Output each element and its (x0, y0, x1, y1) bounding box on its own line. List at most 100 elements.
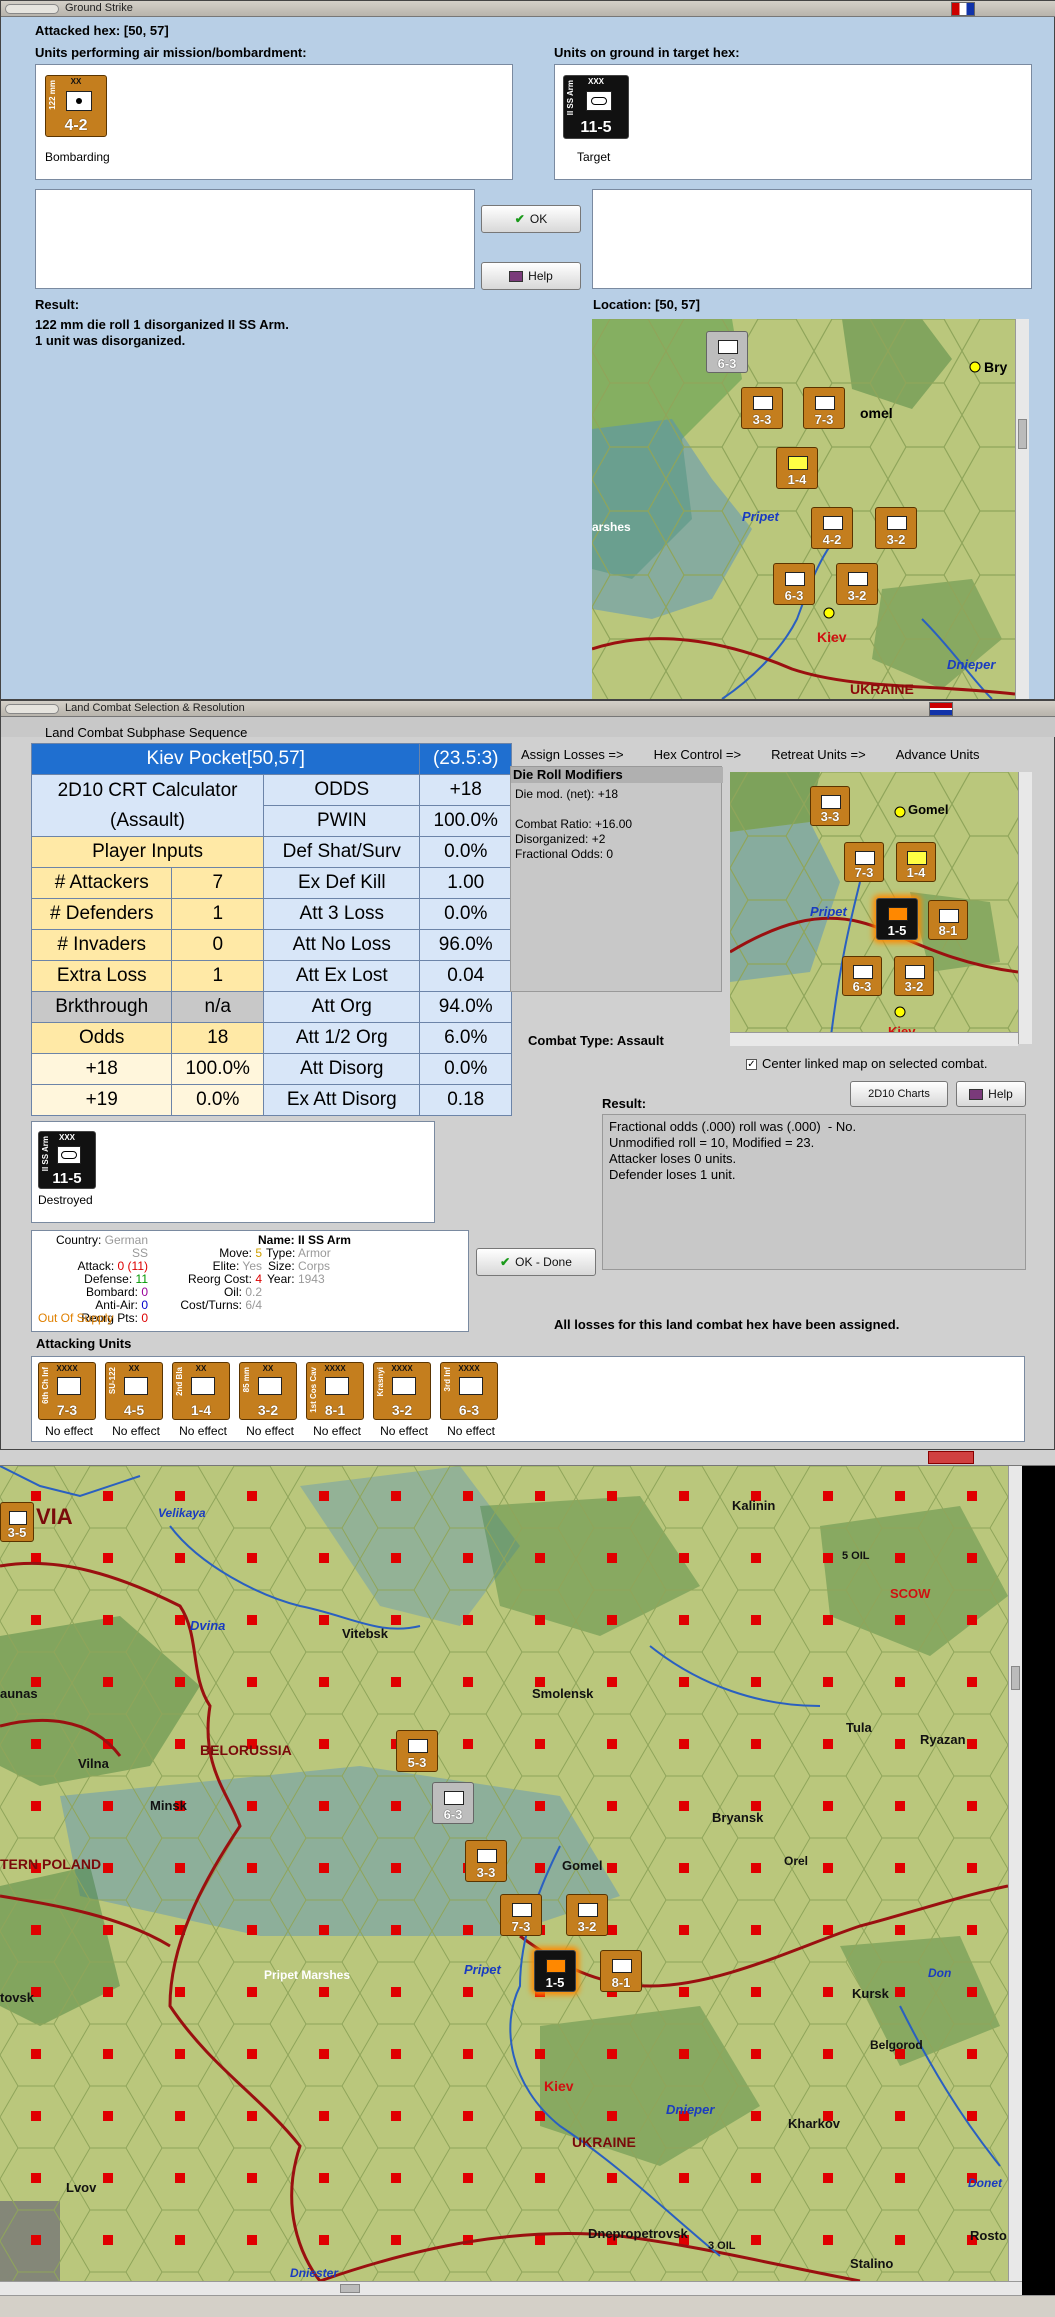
combat-hex-counter[interactable]: 1-5 (534, 1950, 576, 1992)
map-counter[interactable]: 3-5 (0, 1502, 34, 1542)
minimap-vscroll[interactable] (1018, 772, 1032, 1044)
attacking-unit-counter[interactable]: Krasnyi XXXX 3-2 (373, 1362, 431, 1420)
window-titlebar[interactable]: Ground Strike (1, 1, 1055, 17)
unit-size-label: XX (128, 1364, 140, 1373)
target-unit-counter[interactable]: II SS Arm XXX 11-5 (563, 75, 629, 139)
map-label-belgorod: Belgorod (870, 2038, 923, 2052)
attacking-unit-counter[interactable]: SU-122 XX 4-5 (105, 1362, 163, 1420)
map-counter[interactable]: 3-2 (836, 563, 878, 605)
input-breakthrough[interactable]: n/a (171, 991, 265, 1023)
input-odds[interactable]: 18 (171, 1022, 265, 1054)
info-cost: 6/4 (245, 1298, 262, 1312)
minimap-counter[interactable]: 3-3 (810, 786, 850, 826)
map-counter[interactable]: 3-2 (566, 1894, 608, 1936)
main-map-hscroll[interactable] (0, 2281, 1022, 2295)
scroll-thumb[interactable] (340, 2284, 360, 2293)
input-extra-loss[interactable]: 1 (171, 960, 265, 992)
attacking-unit[interactable]: 2nd Bla XX 1-4 No effect (170, 1362, 234, 1442)
scroll-thumb[interactable] (1018, 419, 1027, 449)
map-counter[interactable]: 7-3 (803, 387, 845, 429)
map-counter[interactable]: 1-4 (776, 447, 818, 489)
combat-minimap[interactable]: Gomel Pripet Kiev 3-3 7-3 1-4 1-5 8-1 6-… (730, 772, 1018, 1044)
main-map[interactable]: VIA Velikaya Kalinin 5 OIL SCOW Dvina Vitebsk S… (0, 1466, 1008, 2281)
bombard-unit-counter[interactable]: 122 mm XX 4-2 (45, 75, 107, 137)
map-counter[interactable]: 6-3 (773, 563, 815, 605)
unit-strength: 4-5 (123, 1402, 145, 1418)
minimap-counter[interactable]: 7-3 (844, 842, 884, 882)
counter-strength: 3-2 (847, 588, 867, 603)
help-button[interactable]: Help (956, 1081, 1026, 1107)
center-linked-checkbox[interactable]: ✓ Center linked map on selected combat. (746, 1056, 987, 1072)
attacking-unit[interactable]: 3rd Inf XXXX 6-3 No effect (438, 1362, 502, 1442)
infantry-icon (815, 396, 835, 410)
map-label-oil: 5 OIL (842, 1550, 870, 1562)
art-icon (258, 1377, 282, 1395)
minimap-counter[interactable]: 8-1 (928, 900, 968, 940)
map-label-dvina: Dvina (190, 1618, 226, 1633)
ok-done-button[interactable]: ✔ OK - Done (476, 1248, 596, 1276)
close-button[interactable] (928, 1451, 974, 1464)
attacking-unit-counter[interactable]: 3rd Inf XXXX 6-3 (440, 1362, 498, 1420)
attacking-unit-counter[interactable]: 85 mm XX 3-2 (239, 1362, 297, 1420)
step-hex-control[interactable]: Hex Control => (654, 747, 741, 767)
map-label-gomel: Gomel (562, 1858, 603, 1873)
counter-strength: 6-3 (852, 979, 872, 994)
input-attackers[interactable]: 7 (171, 867, 265, 899)
minimap-counter[interactable]: 1-4 (896, 842, 936, 882)
map-counter[interactable]: 4-2 (811, 507, 853, 549)
combat-type: Combat Type: Assault (528, 1033, 664, 1048)
destroyed-unit-counter[interactable]: II SS Arm XXX 11-5 (38, 1131, 96, 1189)
attacking-unit[interactable]: 85 mm XX 3-2 No effect (237, 1362, 301, 1442)
subphase-title: Land Combat Subphase Sequence (45, 725, 248, 740)
infantry-icon (444, 1791, 464, 1805)
map-counter[interactable]: 7-3 (500, 1894, 542, 1936)
attacking-unit[interactable]: 1st Cos Cav XXXX 8-1 No effect (304, 1362, 368, 1442)
window-grip-icon[interactable] (5, 4, 59, 14)
map-counter[interactable]: 3-3 (465, 1840, 507, 1882)
scroll-thumb[interactable] (1011, 1666, 1020, 1690)
minimap-counter[interactable]: 3-2 (894, 956, 934, 996)
attacking-unit[interactable]: SU-122 XX 4-5 No effect (103, 1362, 167, 1442)
ok-button[interactable]: ✔ OK (481, 205, 581, 233)
location-map-scrollbar[interactable] (1015, 319, 1029, 699)
crt-value: 0.0% (419, 1053, 512, 1085)
artillery-icon (66, 91, 92, 111)
attacking-unit[interactable]: Krasnyi XXXX 3-2 No effect (371, 1362, 435, 1442)
unit-effect: No effect (246, 1424, 294, 1438)
charts-button[interactable]: 2D10 Charts (850, 1081, 948, 1107)
crt-value: 0.04 (419, 960, 512, 992)
help-button[interactable]: Help (481, 262, 581, 290)
location-map[interactable]: Bry omel arshes Pripet Kiev Dnieper UKRA… (592, 319, 1015, 699)
input-label: # Invaders (30, 929, 173, 961)
flag-icon (951, 2, 975, 16)
map-counter[interactable]: 8-1 (600, 1950, 642, 1992)
main-map-vscroll[interactable] (1008, 1466, 1022, 2281)
player-inputs-header: Player Inputs (30, 836, 265, 868)
info-size: Corps (298, 1259, 331, 1273)
map-counter[interactable]: 5-3 (396, 1730, 438, 1772)
map-counter[interactable]: 3-3 (741, 387, 783, 429)
step-retreat-units[interactable]: Retreat Units => (771, 747, 866, 767)
map-counter[interactable]: 6-3 (706, 331, 748, 373)
unit-strength: 6-3 (458, 1402, 480, 1418)
counter-strength: 1-5 (545, 1975, 565, 1990)
counter-strength: 7-3 (814, 412, 834, 427)
combat-hex-counter[interactable]: 1-5 (876, 898, 918, 940)
input-defenders[interactable]: 1 (171, 898, 265, 930)
map-counter[interactable]: 6-3 (432, 1782, 474, 1824)
minimap-hscroll[interactable] (730, 1032, 1018, 1046)
unit-size-label: XXXX (391, 1364, 413, 1373)
attacking-unit-counter[interactable]: 1st Cos Cav XXXX 8-1 (306, 1362, 364, 1420)
checkbox-icon[interactable]: ✓ (746, 1059, 757, 1071)
minimap-counter[interactable]: 6-3 (842, 956, 882, 996)
step-assign-losses[interactable]: Assign Losses => (521, 747, 624, 767)
attacking-unit[interactable]: 6th Ch Inf XXXX 7-3 No effect (36, 1362, 100, 1442)
window-grip-icon[interactable] (5, 704, 59, 714)
attacking-unit-counter[interactable]: 6th Ch Inf XXXX 7-3 (38, 1362, 96, 1420)
attacking-unit-counter[interactable]: 2nd Bla XX 1-4 (172, 1362, 230, 1420)
step-advance-units[interactable]: Advance Units (896, 747, 980, 767)
art-icon (124, 1377, 148, 1395)
window-titlebar[interactable]: Land Combat Selection & Resolution (1, 701, 1055, 717)
map-counter[interactable]: 3-2 (875, 507, 917, 549)
input-invaders[interactable]: 0 (171, 929, 265, 961)
